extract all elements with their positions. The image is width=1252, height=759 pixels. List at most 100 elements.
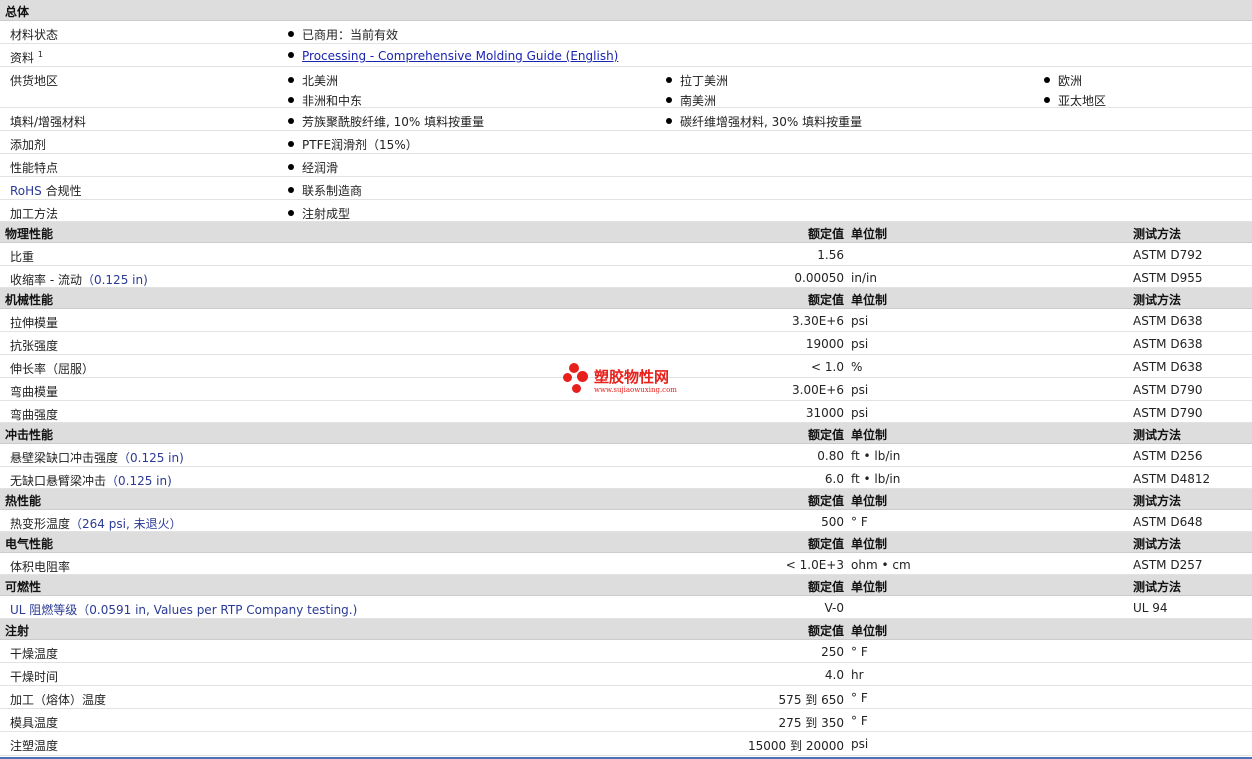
prop-unit: ° F bbox=[851, 645, 868, 659]
prop-method: ASTM D638 bbox=[1133, 314, 1203, 328]
prop-label: 注塑温度 bbox=[10, 739, 59, 753]
section-physical: 物理性能 额定值 单位制 测试方法 bbox=[0, 222, 1252, 243]
prop-label: 弯曲模量 bbox=[10, 385, 59, 399]
prop-unit: psi bbox=[851, 406, 869, 420]
prop-unit: psi bbox=[851, 737, 869, 751]
prop-label: 悬壁梁缺口冲击强度（0.125 in) bbox=[10, 451, 184, 465]
prop-label: 弯曲强度 bbox=[10, 408, 59, 422]
bullet-icon bbox=[666, 97, 672, 103]
prop-unit: in/in bbox=[851, 271, 877, 285]
row-label: 材料状态 bbox=[10, 28, 59, 42]
filler-item: 碳纤维增强材料, 30% 填料按重量 bbox=[666, 113, 862, 130]
section-electrical: 电气性能 额定值 单位制 测试方法 bbox=[0, 532, 1252, 553]
header-unit: 单位制 bbox=[851, 624, 888, 638]
prop-value: V-0 bbox=[824, 601, 844, 615]
filler-item: 芳族聚酰胺纤维, 10% 填料按重量 bbox=[288, 113, 484, 130]
bullet-icon bbox=[288, 77, 294, 83]
molding-guide-link[interactable]: Processing - Comprehensive Molding Guide… bbox=[302, 49, 618, 63]
header-value: 额定值 bbox=[807, 624, 844, 638]
section-title: 热性能 bbox=[5, 494, 42, 508]
prop-unit: psi bbox=[851, 314, 869, 328]
prop-label: 干燥时间 bbox=[10, 670, 59, 684]
prop-row: 比重 1.56 ASTM D792 bbox=[0, 243, 1252, 266]
row-label: 加工方法 bbox=[10, 207, 59, 221]
region-item: 南美洲 bbox=[666, 92, 716, 109]
prop-label: 拉伸模量 bbox=[10, 316, 59, 330]
watermark-logo: 塑胶物性网 www.sujiaowuxing.com bbox=[563, 363, 693, 397]
row-label: 添加剂 bbox=[10, 138, 47, 152]
header-method: 测试方法 bbox=[1133, 580, 1182, 594]
section-mechanical: 机械性能 额定值 单位制 测试方法 bbox=[0, 288, 1252, 309]
section-title: 机械性能 bbox=[5, 293, 54, 307]
bullet-icon bbox=[288, 97, 294, 103]
row-material-status: 材料状态 已商用：当前有效 bbox=[0, 21, 1252, 44]
logo-dot-icon bbox=[569, 363, 579, 373]
bullet-icon bbox=[666, 77, 672, 83]
prop-method: ASTM D792 bbox=[1133, 248, 1203, 262]
row-regions: 供货地区 北美洲 拉丁美洲 欧洲 非洲和中东 南美洲 亚太地区 bbox=[0, 67, 1252, 108]
row-documents: 资料 1 Processing - Comprehensive Molding … bbox=[0, 44, 1252, 67]
header-unit: 单位制 bbox=[851, 428, 888, 442]
bullet-icon bbox=[1044, 77, 1050, 83]
bullet-icon bbox=[288, 187, 294, 193]
prop-unit: ohm • cm bbox=[851, 558, 911, 572]
prop-value: 31000 bbox=[805, 406, 844, 420]
header-value: 额定值 bbox=[807, 428, 844, 442]
prop-value: 275 到 350 bbox=[778, 716, 844, 730]
prop-row: 干燥时间 4.0 hr bbox=[0, 663, 1252, 686]
header-value: 额定值 bbox=[807, 293, 844, 307]
prop-row: 体积电阻率 < 1.0E+3 ohm • cm ASTM D257 bbox=[0, 553, 1252, 575]
prop-label: 加工（熔体）温度 bbox=[10, 693, 107, 707]
prop-label: UL 阻燃等级（0.0591 in, Values per RTP Compan… bbox=[10, 603, 358, 617]
prop-method: ASTM D790 bbox=[1133, 406, 1203, 420]
header-method: 测试方法 bbox=[1133, 537, 1182, 551]
prop-method: ASTM D955 bbox=[1133, 271, 1203, 285]
header-unit: 单位制 bbox=[851, 494, 888, 508]
prop-label: 伸长率（屈服） bbox=[10, 362, 95, 376]
prop-value: 3.30E+6 bbox=[792, 314, 844, 328]
bullet-item: 联系制造商 bbox=[288, 182, 362, 199]
prop-value: 0.80 bbox=[817, 449, 844, 463]
header-unit: 单位制 bbox=[851, 293, 888, 307]
footnote-marker: 1 bbox=[37, 50, 43, 59]
prop-unit: psi bbox=[851, 337, 869, 351]
section-title: 注射 bbox=[5, 624, 30, 638]
prop-row: 悬壁梁缺口冲击强度（0.125 in) 0.80 ft • lb/in ASTM… bbox=[0, 444, 1252, 467]
prop-method: ASTM D648 bbox=[1133, 515, 1203, 529]
prop-unit: ° F bbox=[851, 691, 868, 705]
bullet-icon bbox=[288, 31, 294, 37]
bullet-item: 经润滑 bbox=[288, 159, 338, 176]
bullet-icon bbox=[288, 210, 294, 216]
logo-dot-icon bbox=[572, 384, 581, 393]
row-process: 加工方法 注射成型 bbox=[0, 200, 1252, 222]
header-method: 测试方法 bbox=[1133, 494, 1182, 508]
header-value: 额定值 bbox=[807, 580, 844, 594]
row-additive: 添加剂 PTFE润滑剂（15%） bbox=[0, 131, 1252, 154]
prop-method: ASTM D638 bbox=[1133, 360, 1203, 374]
section-general: 总体 bbox=[0, 0, 1252, 21]
header-value: 额定值 bbox=[807, 537, 844, 551]
row-label: RoHS 合规性 bbox=[10, 184, 82, 198]
prop-method: UL 94 bbox=[1133, 601, 1168, 615]
prop-unit: psi bbox=[851, 383, 869, 397]
prop-value: 575 到 650 bbox=[778, 693, 844, 707]
header-method: 测试方法 bbox=[1133, 293, 1182, 307]
prop-label: 体积电阻率 bbox=[10, 560, 71, 574]
prop-row: UL 阻燃等级（0.0591 in, Values per RTP Compan… bbox=[0, 596, 1252, 619]
region-item: 非洲和中东 bbox=[288, 92, 362, 109]
section-title: 冲击性能 bbox=[5, 428, 54, 442]
header-method: 测试方法 bbox=[1133, 227, 1182, 241]
prop-unit: hr bbox=[851, 668, 864, 682]
prop-value: 1.56 bbox=[817, 248, 844, 262]
prop-value: 3.00E+6 bbox=[792, 383, 844, 397]
section-thermal: 热性能 额定值 单位制 测试方法 bbox=[0, 489, 1252, 510]
prop-value: 19000 bbox=[805, 337, 844, 351]
row-filler: 填料/增强材料 芳族聚酰胺纤维, 10% 填料按重量 碳纤维增强材料, 30% … bbox=[0, 108, 1252, 131]
bullet-item: Processing - Comprehensive Molding Guide… bbox=[288, 49, 618, 63]
logo-dot-icon bbox=[563, 373, 572, 382]
prop-unit: ° F bbox=[851, 515, 868, 529]
prop-row: 抗张强度 19000 psi ASTM D638 bbox=[0, 332, 1252, 355]
row-label: 填料/增强材料 bbox=[10, 115, 87, 129]
bullet-item: 已商用：当前有效 bbox=[288, 26, 398, 43]
prop-method: ASTM D257 bbox=[1133, 558, 1203, 572]
